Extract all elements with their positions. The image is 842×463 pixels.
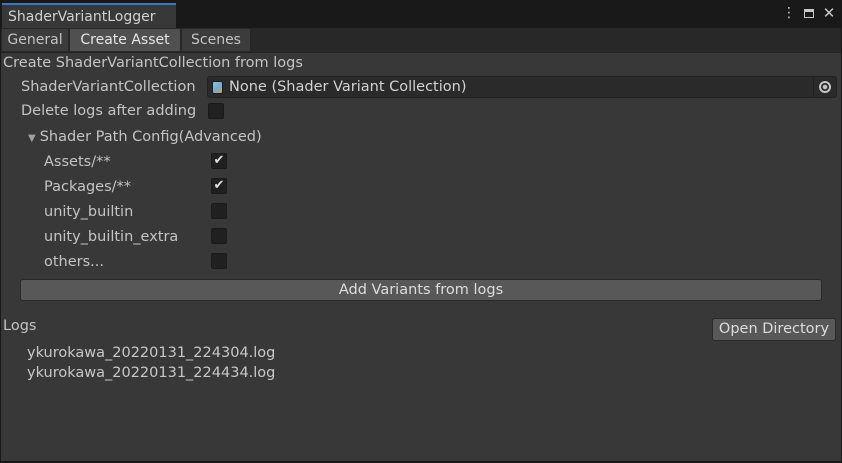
- path-label-unity-builtin: unity_builtin: [44, 204, 134, 220]
- log-item[interactable]: ykurokawa_20220131_224304.log: [27, 343, 275, 363]
- checkmark-icon: ✔: [213, 178, 225, 193]
- object-picker-icon: [819, 81, 831, 93]
- section-heading: Create ShaderVariantCollection from logs: [3, 55, 303, 71]
- path-checkbox-packages[interactable]: ✔: [211, 178, 227, 194]
- window-title: ShaderVariantLogger: [8, 9, 156, 25]
- logs-label: Logs: [3, 318, 37, 334]
- path-label-others: others...: [44, 254, 105, 270]
- collection-field-label: ShaderVariantCollection: [21, 79, 196, 95]
- shader-path-foldout[interactable]: ▼ Shader Path Config(Advanced): [28, 127, 262, 149]
- path-checkbox-others[interactable]: [211, 253, 227, 269]
- tab-bar: General Create Asset Scenes: [0, 28, 842, 53]
- window-titlebar: ShaderVariantLogger ⋮ ✕: [0, 0, 842, 28]
- maximize-icon[interactable]: [802, 4, 816, 22]
- collection-object-field[interactable]: None (Shader Variant Collection): [207, 76, 837, 98]
- close-icon[interactable]: ✕: [822, 4, 836, 22]
- path-label-packages: Packages/**: [44, 179, 132, 195]
- logs-list: ykurokawa_20220131_224304.log ykurokawa_…: [27, 343, 275, 383]
- collection-field-value: None (Shader Variant Collection): [229, 79, 467, 95]
- tab-scenes[interactable]: Scenes: [182, 29, 251, 51]
- tab-general[interactable]: General: [2, 29, 69, 51]
- log-item[interactable]: ykurokawa_20220131_224434.log: [27, 363, 275, 383]
- add-variants-button[interactable]: Add Variants from logs: [20, 279, 822, 301]
- delete-logs-checkbox[interactable]: [208, 103, 224, 119]
- delete-logs-label: Delete logs after adding: [21, 103, 197, 119]
- foldout-arrow-icon: ▼: [28, 133, 36, 144]
- foldout-label: Shader Path Config(Advanced): [39, 129, 262, 145]
- window-controls: ⋮ ✕: [782, 4, 836, 22]
- path-label-assets: Assets/**: [44, 154, 111, 170]
- object-picker-button[interactable]: [813, 77, 836, 97]
- path-label-unity-builtin-extra: unity_builtin_extra: [44, 229, 179, 245]
- open-directory-button[interactable]: Open Directory: [712, 318, 836, 341]
- shader-variant-collection-icon: [212, 81, 223, 94]
- checkmark-icon: ✔: [213, 153, 225, 168]
- path-checkbox-unity-builtin[interactable]: [211, 203, 227, 219]
- kebab-menu-icon[interactable]: ⋮: [782, 4, 796, 22]
- tab-create-asset[interactable]: Create Asset: [70, 29, 181, 51]
- left-border: [0, 28, 1, 463]
- window-tab[interactable]: ShaderVariantLogger: [2, 3, 176, 28]
- path-checkbox-assets[interactable]: ✔: [211, 153, 227, 169]
- path-checkbox-unity-builtin-extra[interactable]: [211, 228, 227, 244]
